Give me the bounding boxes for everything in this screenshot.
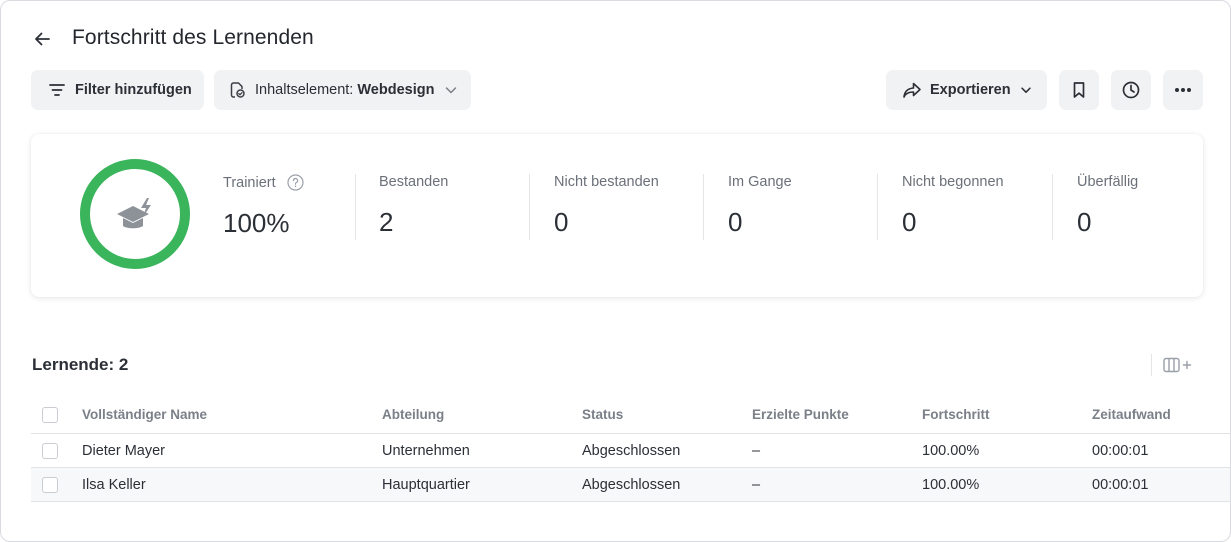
cell-progress: 100.00% <box>922 442 980 459</box>
bookmark-button[interactable] <box>1059 70 1099 110</box>
share-arrow-icon <box>903 82 921 98</box>
add-filter-button[interactable]: Filter hinzufügen <box>31 70 204 110</box>
trained-progress-ring <box>80 159 190 269</box>
cell-time-spent: 00:00:01 <box>1092 476 1149 493</box>
stat-value: 0 <box>902 207 917 237</box>
stat-label: Überfällig <box>1077 174 1139 190</box>
stat-value: 0 <box>554 207 569 237</box>
stat-value: 0 <box>1077 207 1092 237</box>
stat-label: Im Gange <box>728 174 792 190</box>
divider <box>1052 174 1053 240</box>
column-header-status[interactable]: Status <box>582 396 623 433</box>
chevron-down-icon <box>1020 87 1031 93</box>
learners-count-title: Lernende: 2 <box>32 355 129 374</box>
more-options-button[interactable] <box>1163 70 1203 110</box>
bookmark-icon <box>1073 82 1085 98</box>
add-filter-label: Filter hinzufügen <box>75 82 192 98</box>
cell-department: Hauptquartier <box>382 476 470 493</box>
stat-not-started: Nicht begonnen 0 <box>902 174 1004 240</box>
cell-status: Abgeschlossen <box>582 442 681 459</box>
content-item-icon <box>230 82 245 98</box>
clock-icon <box>1122 81 1140 99</box>
filter-icon <box>49 84 65 96</box>
column-header-progress[interactable]: Fortschritt <box>922 396 990 433</box>
history-button[interactable] <box>1111 70 1151 110</box>
divider <box>703 174 704 240</box>
content-item-select[interactable]: Inhaltselement: Webdesign <box>214 70 471 110</box>
content-item-value: Webdesign <box>357 82 435 98</box>
column-header-time-spent[interactable]: Zeitaufwand <box>1092 396 1171 433</box>
export-label: Exportieren <box>930 82 1011 98</box>
content-item-label: Inhaltselement: Webdesign <box>255 82 434 98</box>
columns-add-icon <box>1163 357 1192 373</box>
back-button[interactable] <box>31 28 53 50</box>
stat-trained: Trainiert 100% <box>223 174 304 240</box>
stat-label: Nicht bestanden <box>554 174 659 190</box>
stat-failed: Nicht bestanden 0 <box>554 174 659 240</box>
cell-score: – <box>752 476 761 493</box>
stat-passed: Bestanden 2 <box>379 174 448 240</box>
cell-time-spent: 00:00:01 <box>1092 442 1149 459</box>
export-button[interactable]: Exportieren <box>886 70 1047 110</box>
divider <box>877 174 878 240</box>
cell-status: Abgeschlossen <box>582 476 681 493</box>
cell-name: Ilsa Keller <box>82 476 146 493</box>
select-all-checkbox[interactable] <box>42 407 58 423</box>
graduation-cap-icon <box>117 198 151 229</box>
stat-trained-label: Trainiert <box>223 174 276 191</box>
table-row[interactable]: Dieter Mayer Unternehmen Abgeschlossen –… <box>31 434 1230 468</box>
page-title: Fortschritt des Lernenden <box>72 26 314 49</box>
divider <box>529 174 530 240</box>
more-dots-icon <box>1175 88 1191 92</box>
cell-department: Unternehmen <box>382 442 470 459</box>
content-item-prefix: Inhaltselement: <box>255 82 358 98</box>
stat-overdue: Überfällig 0 <box>1077 174 1138 240</box>
chevron-down-icon <box>445 87 457 94</box>
stat-label: Bestanden <box>379 174 449 190</box>
arrow-left-icon <box>35 32 50 46</box>
column-header-score[interactable]: Erzielte Punkte <box>752 396 849 433</box>
column-settings-button[interactable] <box>1161 355 1195 375</box>
learner-progress-page: Fortschritt des Lernenden Filter hinzufü… <box>0 0 1231 542</box>
summary-card: Trainiert 100% Bestanden 2 Nicht bestand… <box>31 134 1203 297</box>
divider <box>355 174 356 240</box>
column-header-department[interactable]: Abteilung <box>382 396 444 433</box>
help-icon[interactable] <box>287 174 304 191</box>
stat-label: Nicht begonnen <box>902 174 1004 190</box>
stat-value: 0 <box>728 207 743 237</box>
cell-name: Dieter Mayer <box>82 442 165 459</box>
stat-trained-value: 100% <box>223 208 290 238</box>
column-header-name[interactable]: Vollständiger Name <box>82 396 207 433</box>
row-checkbox[interactable] <box>42 443 58 459</box>
cell-score: – <box>752 442 761 459</box>
table-header-row: Vollständiger Name Abteilung Status Erzi… <box>31 396 1230 434</box>
divider <box>1151 354 1152 376</box>
stat-value: 2 <box>379 207 394 237</box>
table-row[interactable]: Ilsa Keller Hauptquartier Abgeschlossen … <box>31 468 1230 502</box>
row-checkbox[interactable] <box>42 477 58 493</box>
stat-in-progress: Im Gange 0 <box>728 174 792 240</box>
cell-progress: 100.00% <box>922 476 980 493</box>
learners-table: Vollständiger Name Abteilung Status Erzi… <box>31 396 1230 502</box>
